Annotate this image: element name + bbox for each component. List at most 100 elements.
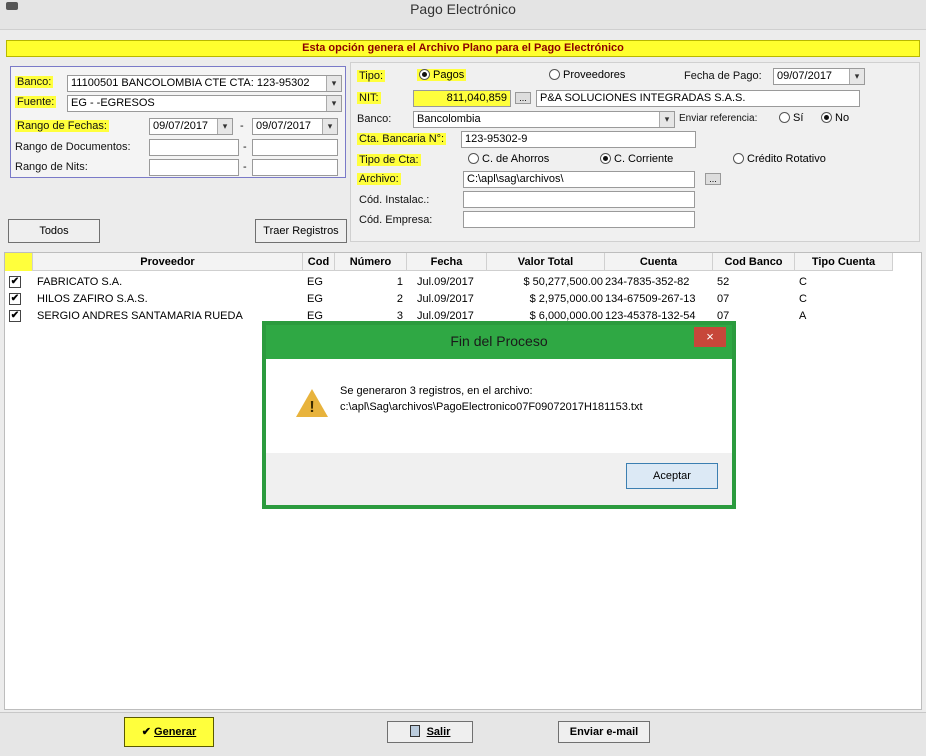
dialog-message-line1: Se generaron 3 registros, en el archivo: <box>340 385 533 397</box>
header-numero[interactable]: Número <box>335 253 407 271</box>
generar-label: Generar <box>154 726 197 738</box>
fecha-hasta-value: 09/07/2017 <box>256 120 312 132</box>
documento-desde-field[interactable] <box>149 139 239 156</box>
nit-label: NIT: <box>357 92 381 104</box>
radio-empty-icon <box>733 153 744 164</box>
header-fecha[interactable]: Fecha <box>407 253 487 271</box>
rango-documentos-label: Rango de Documentos: <box>15 141 131 153</box>
radio-empty-icon <box>549 69 560 80</box>
cell-valor: $ 50,277,500.00 <box>523 276 603 288</box>
cell-proveedor: FABRICATO S.A. <box>37 276 123 288</box>
header-cuenta[interactable]: Cuenta <box>605 253 713 271</box>
fecha-pago-value: 09/07/2017 <box>777 70 833 82</box>
row-check[interactable]: ✔ <box>9 310 21 322</box>
cod-instalac-label: Cód. Instalac.: <box>359 194 430 206</box>
enviar-ref-si-radio[interactable]: Sí <box>779 112 803 124</box>
documento-hasta-field[interactable] <box>252 139 338 156</box>
fuente-value: EG - -EGRESOS <box>71 97 155 109</box>
payment-panel: Tipo: Pagos Proveedores Fecha de Pago: 0… <box>350 62 920 242</box>
header-cod[interactable]: Cod <box>303 253 335 271</box>
rotativo-radio[interactable]: Crédito Rotativo <box>733 153 826 165</box>
radio-empty-icon <box>779 112 790 123</box>
cell-fecha: Jul.09/2017 <box>417 276 474 288</box>
header-tipo-cuenta[interactable]: Tipo Cuenta <box>795 253 893 271</box>
rango-nits-label: Rango de Nits: <box>15 161 88 173</box>
cell-fecha: Jul.09/2017 <box>417 293 474 305</box>
fin-proceso-dialog: Fin del Proceso × ! Se generaron 3 regis… <box>262 321 736 509</box>
header-check-column <box>5 253 33 271</box>
dialog-footer: Aceptar <box>266 453 732 505</box>
warning-mark: ! <box>309 399 315 416</box>
row-check[interactable]: ✔ <box>9 276 21 288</box>
header-proveedor[interactable]: Proveedor <box>33 253 303 271</box>
archivo-browse-button[interactable]: ... <box>705 173 721 185</box>
chevron-down-icon[interactable]: ▾ <box>217 119 232 134</box>
table-row[interactable]: ✔ HILOS ZAFIRO S.A.S. EG 2 Jul.09/2017 $… <box>5 292 893 307</box>
tipo-proveedores-radio[interactable]: Proveedores <box>549 69 625 81</box>
nit-field[interactable]: 811,040,859 <box>413 90 511 107</box>
banco-combo[interactable]: Bancolombia ▾ <box>413 111 675 128</box>
banco-combo[interactable]: 11100501 BANCOLOMBIA CTE CTA: 123-95302 … <box>67 75 342 92</box>
cod-empresa-field[interactable] <box>463 211 695 228</box>
enviar-ref-no-radio[interactable]: No <box>821 112 849 124</box>
fecha-pago-label: Fecha de Pago: <box>684 70 762 82</box>
enviar-referencia-label: Enviar referencia: <box>679 113 758 124</box>
cell-cod-banco: 52 <box>717 276 730 288</box>
enviar-email-button[interactable]: Enviar e-mail <box>558 721 650 743</box>
cell-cod: EG <box>307 293 323 305</box>
check-icon: ✔ <box>141 726 151 738</box>
corriente-radio[interactable]: C. Corriente <box>600 153 673 165</box>
chevron-down-icon[interactable]: ▾ <box>326 76 341 91</box>
cta-bancaria-field[interactable]: 123-95302-9 <box>461 131 696 148</box>
tipo-pagos-radio[interactable]: Pagos <box>417 69 467 81</box>
exit-door-icon <box>409 725 420 737</box>
fecha-desde-picker[interactable]: 09/07/2017 ▾ <box>149 118 233 135</box>
tipo-cta-label: Tipo de Cta: <box>357 154 421 166</box>
traer-registros-button[interactable]: Traer Registros <box>255 219 347 243</box>
chevron-down-icon[interactable]: ▾ <box>326 96 341 111</box>
corriente-label: C. Corriente <box>614 153 674 165</box>
ahorros-radio[interactable]: C. de Ahorros <box>468 153 549 165</box>
cell-proveedor: HILOS ZAFIRO S.A.S. <box>37 293 148 305</box>
todos-button[interactable]: Todos <box>8 219 100 243</box>
tipo-proveedores-label: Proveedores <box>563 69 626 81</box>
header-cod-banco[interactable]: Cod Banco <box>713 253 795 271</box>
table-row[interactable]: ✔ FABRICATO S.A. EG 1 Jul.09/2017 $ 50,2… <box>5 275 893 290</box>
banco-value: Bancolombia <box>417 113 481 125</box>
dialog-content: Fin del Proceso × ! Se generaron 3 regis… <box>266 325 732 505</box>
chevron-down-icon[interactable]: ▾ <box>322 119 337 134</box>
nit-lookup-button[interactable]: ... <box>515 92 531 104</box>
chevron-down-icon[interactable]: ▾ <box>849 69 864 84</box>
dialog-title: Fin del Proceso <box>266 325 732 359</box>
fecha-pago-picker[interactable]: 09/07/2017 ▾ <box>773 68 865 85</box>
cell-numero: 1 <box>396 276 403 288</box>
nit-desde-field[interactable] <box>149 159 239 176</box>
dialog-body: ! Se generaron 3 registros, en el archiv… <box>266 359 732 453</box>
aceptar-button[interactable]: Aceptar <box>626 463 718 489</box>
fuente-combo[interactable]: EG - -EGRESOS ▾ <box>67 95 342 112</box>
nit-name-field: P&A SOLUCIONES INTEGRADAS S.A.S. <box>536 90 860 107</box>
nit-hasta-field[interactable] <box>252 159 338 176</box>
cell-cod-banco: 07 <box>717 293 730 305</box>
generar-button[interactable]: ✔ Generar <box>124 717 214 747</box>
header-valor-total[interactable]: Valor Total <box>487 253 605 271</box>
close-icon[interactable]: × <box>694 327 726 347</box>
dialog-message-line2: c:\apl\Sag\archivos\PagoElectronico07F09… <box>340 401 643 413</box>
rango-fechas-label: Rango de Fechas: <box>15 120 109 132</box>
fecha-hasta-picker[interactable]: 09/07/2017 ▾ <box>252 118 338 135</box>
cta-bancaria-label: Cta. Bancaria N°: <box>357 133 447 145</box>
cell-numero: 2 <box>396 293 403 305</box>
table-header: Proveedor Cod Número Fecha Valor Total C… <box>5 253 893 271</box>
salir-button[interactable]: Salir <box>387 721 473 743</box>
window-title: Pago Electrónico <box>410 1 516 17</box>
archivo-label: Archivo: <box>357 173 401 185</box>
fuente-label: Fuente: <box>15 96 57 108</box>
banco-label: Banco: <box>15 76 54 88</box>
archivo-field[interactable]: C:\apl\sag\archivos\ <box>463 171 695 188</box>
row-check[interactable]: ✔ <box>9 293 21 305</box>
tipo-label: Tipo: <box>357 70 386 82</box>
chevron-down-icon[interactable]: ▾ <box>659 112 674 127</box>
ahorros-label: C. de Ahorros <box>482 153 550 165</box>
cell-cuenta: 234-7835-352-82 <box>605 276 690 288</box>
cod-instalac-field[interactable] <box>463 191 695 208</box>
